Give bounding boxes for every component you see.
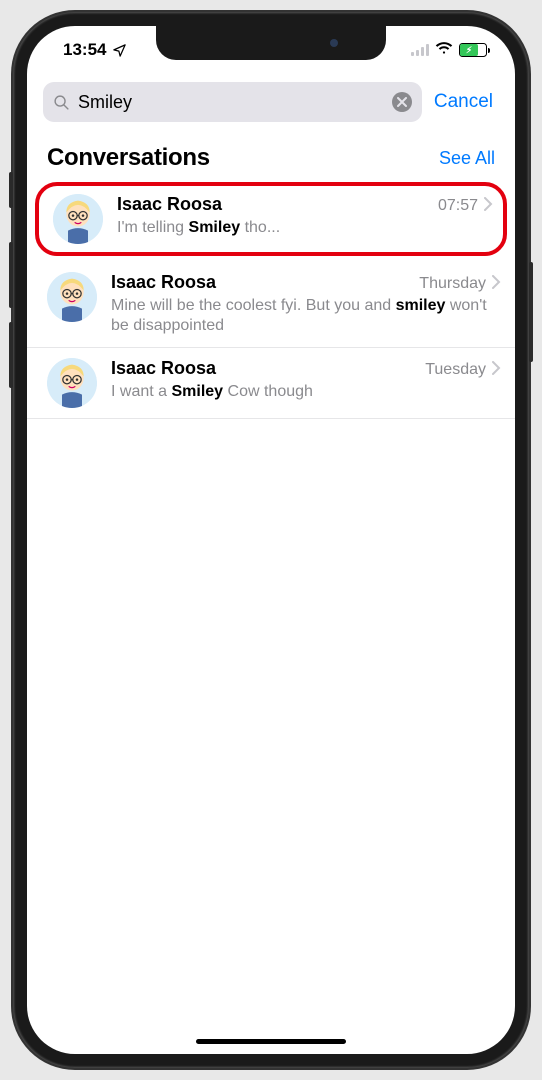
contact-name: Isaac Roosa [111,272,216,293]
contact-name: Isaac Roosa [111,358,216,379]
message-preview: I want a Smiley Cow though [111,382,501,403]
chevron-right-icon [492,275,501,294]
avatar [47,358,97,408]
close-icon [397,97,407,107]
contact-name: Isaac Roosa [117,194,222,215]
screen: 13:54 ⚡︎ [27,26,515,1054]
message-preview: I'm telling Smiley tho... [117,218,493,239]
avatar [53,194,103,244]
search-field-container[interactable] [43,82,422,122]
timestamp: Thursday [419,275,486,293]
cellular-signal-icon [411,44,429,56]
avatar [47,272,97,322]
conversation-row[interactable]: Isaac Roosa Tuesday I want a Smiley Cow … [27,348,515,419]
notch [156,26,386,60]
conversation-row[interactable]: Isaac Roosa Thursday Mine will be the co… [27,262,515,348]
message-preview: Mine will be the coolest fyi. But you an… [111,296,501,338]
conversation-row[interactable]: Isaac Roosa 07:57 I'm telling Smiley tho… [35,182,507,256]
timestamp: Tuesday [425,361,486,379]
home-indicator[interactable] [196,1039,346,1044]
results-list: Isaac Roosa 07:57 I'm telling Smiley tho… [27,182,515,419]
search-icon [53,94,70,111]
location-icon [112,43,127,58]
phone-frame: 13:54 ⚡︎ [13,12,529,1068]
clear-search-button[interactable] [392,92,412,112]
search-input[interactable] [78,92,392,113]
see-all-link[interactable]: See All [439,148,495,169]
chevron-right-icon [492,361,501,380]
charging-bolt-icon: ⚡︎ [466,46,472,55]
battery-icon: ⚡︎ [459,43,487,57]
chevron-right-icon [484,197,493,216]
timestamp: 07:57 [438,197,478,215]
cancel-button[interactable]: Cancel [434,91,499,113]
wifi-icon [435,40,453,60]
status-time: 13:54 [63,40,106,60]
section-title: Conversations [47,144,210,172]
